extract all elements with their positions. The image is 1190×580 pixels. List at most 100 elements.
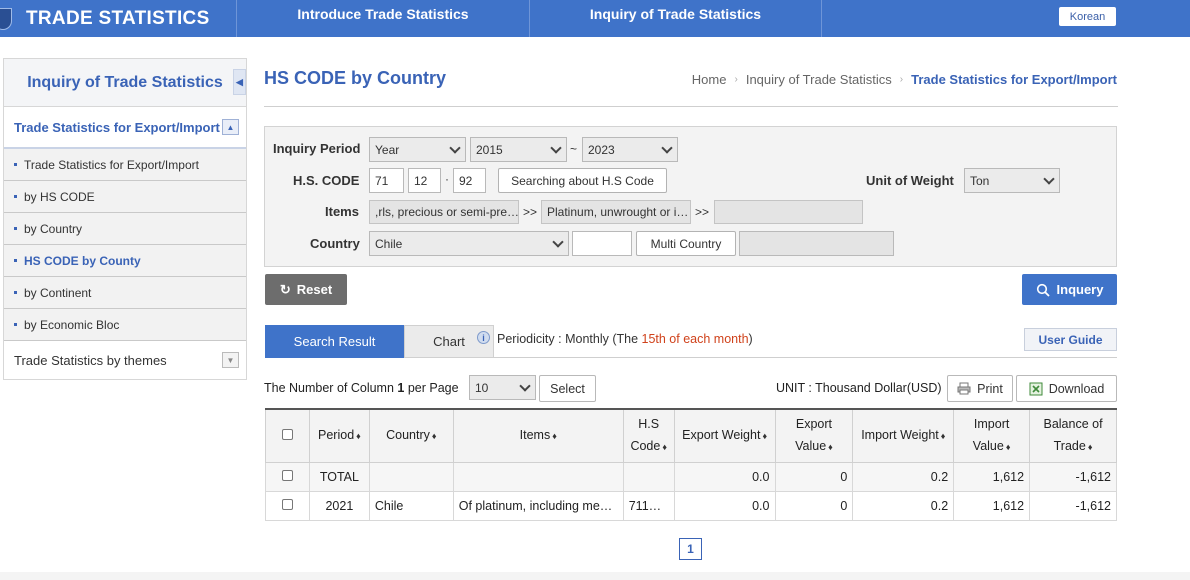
col-country-label: Country bbox=[386, 428, 430, 443]
columns-prefix: The Number of Column bbox=[264, 381, 398, 395]
korean-language-button[interactable]: Korean bbox=[1059, 7, 1116, 26]
sidebar-item-label: by HS CODE bbox=[24, 189, 95, 204]
tab-search-result[interactable]: Search Result bbox=[265, 325, 404, 358]
sort-icon[interactable]: ♦ bbox=[1088, 442, 1093, 452]
breadcrumb-home[interactable]: Home bbox=[692, 72, 727, 87]
sort-icon[interactable]: ♦ bbox=[552, 431, 557, 441]
sidebar-item-label: by Continent bbox=[24, 285, 92, 300]
cell-import-value: 1,612 bbox=[953, 461, 1031, 492]
period-type-select[interactable]: Year bbox=[369, 137, 466, 162]
country-text-input[interactable] bbox=[572, 231, 632, 256]
col-import-weight[interactable]: Import Weight ♦ bbox=[852, 408, 955, 463]
inquery-button[interactable]: Inquery bbox=[1022, 274, 1117, 305]
nav-empty-slot bbox=[821, 0, 1190, 37]
sort-icon[interactable]: ♦ bbox=[828, 442, 833, 452]
breadcrumb-inquiry[interactable]: Inquiry of Trade Statistics bbox=[746, 72, 892, 87]
hs-code-part1-input[interactable]: 71 bbox=[369, 168, 404, 193]
row-checkbox[interactable] bbox=[281, 469, 293, 481]
table-row: 2021 Chile Of platinum, including me… 71… bbox=[265, 490, 1117, 521]
brand[interactable]: TRADE STATISTICS bbox=[0, 0, 236, 37]
col-import-value-line1: Import bbox=[973, 417, 1010, 432]
sidebar-item-hs-code-by-county[interactable]: HS CODE by County bbox=[4, 245, 246, 277]
periodicity-highlight: 15th of each month bbox=[641, 332, 749, 346]
divider bbox=[494, 357, 1117, 358]
sidebar-item-by-economic-bloc[interactable]: by Economic Bloc bbox=[4, 309, 246, 341]
chevron-right-icon: › bbox=[899, 74, 904, 85]
hs-code-search-button[interactable]: Searching about H.S Code bbox=[498, 168, 667, 193]
bullet-icon bbox=[14, 163, 17, 166]
sidebar-section-export-import[interactable]: Trade Statistics for Export/Import ▲ bbox=[4, 107, 246, 149]
item-level3-field[interactable] bbox=[714, 200, 863, 224]
col-export-value-line2: Value bbox=[795, 439, 827, 454]
info-icon[interactable]: i bbox=[477, 331, 490, 344]
from-year-select[interactable]: 2015 bbox=[470, 137, 567, 162]
reset-button[interactable]: ↻ Reset bbox=[265, 274, 347, 305]
cell-import-weight: 0.2 bbox=[852, 490, 955, 521]
sort-icon[interactable]: ♦ bbox=[432, 431, 437, 441]
col-period-label: Period bbox=[318, 428, 355, 443]
sort-icon[interactable]: ♦ bbox=[941, 431, 946, 441]
user-guide-button[interactable]: User Guide bbox=[1024, 328, 1117, 351]
column-count-label: The Number of Column 1 per Page bbox=[264, 381, 459, 395]
nav-introduce-trade-statistics[interactable]: Introduce Trade Statistics bbox=[236, 0, 529, 37]
col-export-weight[interactable]: Export Weight ♦ bbox=[673, 408, 776, 463]
col-balance-line2: Trade bbox=[1053, 439, 1086, 454]
multi-country-button[interactable]: Multi Country bbox=[636, 231, 736, 256]
select-button[interactable]: Select bbox=[539, 375, 596, 402]
col-import-value[interactable]: Import Value ♦ bbox=[953, 408, 1031, 463]
col-export-value[interactable]: Export Value ♦ bbox=[774, 408, 854, 463]
sort-icon[interactable]: ♦ bbox=[762, 431, 767, 441]
collapse-left-icon[interactable]: ◀ bbox=[233, 69, 246, 95]
sidebar-title-text: Inquiry of Trade Statistics bbox=[27, 73, 223, 91]
pagination-page-1[interactable]: 1 bbox=[679, 538, 702, 560]
sidebar-title: Inquiry of Trade Statistics ◀ bbox=[4, 59, 246, 107]
collapse-up-icon[interactable]: ▲ bbox=[222, 119, 239, 135]
cell-period: 2021 bbox=[308, 490, 370, 521]
unit-of-weight-select[interactable]: Ton bbox=[964, 168, 1060, 193]
range-tilde: ~ bbox=[570, 142, 578, 156]
expand-down-icon[interactable]: ▼ bbox=[222, 352, 239, 368]
sort-icon[interactable]: ♦ bbox=[356, 431, 361, 441]
row-select-cell bbox=[265, 490, 310, 521]
unit-of-weight-label: Unit of Weight bbox=[866, 173, 954, 188]
col-country[interactable]: Country ♦ bbox=[368, 408, 454, 463]
item-level1-field[interactable]: ,rls, precious or semi-pre… bbox=[369, 200, 519, 224]
sidebar: Inquiry of Trade Statistics ◀ Trade Stat… bbox=[3, 58, 247, 380]
col-items[interactable]: Items ♦ bbox=[452, 408, 624, 463]
sidebar-item-themes[interactable]: Trade Statistics by themes ▼ bbox=[4, 341, 246, 379]
per-page-select[interactable]: 10 bbox=[469, 375, 536, 400]
col-balance-of-trade[interactable]: Balance of Trade ♦ bbox=[1029, 408, 1117, 463]
sidebar-item-by-continent[interactable]: by Continent bbox=[4, 277, 246, 309]
cell-import-value: 1,612 bbox=[953, 490, 1031, 521]
nav-inquiry-trade-statistics[interactable]: Inquiry of Trade Statistics bbox=[529, 0, 821, 37]
per-page-value: 10 bbox=[475, 380, 489, 395]
col-period[interactable]: Period ♦ bbox=[308, 408, 370, 463]
print-button-label: Print bbox=[977, 381, 1003, 396]
row-checkbox[interactable] bbox=[281, 498, 293, 510]
sort-icon[interactable]: ♦ bbox=[1006, 442, 1011, 452]
country-label: Country bbox=[310, 236, 360, 251]
select-all-checkbox[interactable] bbox=[281, 428, 293, 440]
to-year-select[interactable]: 2023 bbox=[582, 137, 678, 162]
bullet-icon bbox=[14, 227, 17, 230]
hs-code-part3-input[interactable]: 92 bbox=[453, 168, 486, 193]
sidebar-item-label: HS CODE by County bbox=[24, 253, 141, 268]
per-page-label: per Page bbox=[404, 381, 459, 395]
cell-hs-code: 711… bbox=[622, 490, 675, 521]
footer-strip bbox=[0, 572, 1190, 580]
hs-code-part2-input[interactable]: 12 bbox=[408, 168, 441, 193]
cell-export-value: 0 bbox=[774, 490, 854, 521]
item-level2-field[interactable]: Platinum, unwrought or i… bbox=[541, 200, 691, 224]
country-select[interactable]: Chile bbox=[369, 231, 569, 256]
sort-icon[interactable]: ♦ bbox=[662, 442, 667, 452]
print-button[interactable]: Print bbox=[947, 375, 1013, 402]
sidebar-themes-label: Trade Statistics by themes bbox=[14, 352, 167, 368]
search-form: Inquiry Period Year 2015 ~ 2023 H.S. COD… bbox=[264, 126, 1117, 267]
sidebar-item-export-import[interactable]: Trade Statistics for Export/Import bbox=[4, 149, 246, 181]
hs-code-dot: · bbox=[445, 172, 449, 186]
sidebar-item-by-country[interactable]: by Country bbox=[4, 213, 246, 245]
download-button[interactable]: Download bbox=[1016, 375, 1117, 402]
sidebar-item-by-hs-code[interactable]: by HS CODE bbox=[4, 181, 246, 213]
from-year-value: 2015 bbox=[476, 142, 503, 157]
col-hs-code[interactable]: H.S Code ♦ bbox=[622, 408, 675, 463]
